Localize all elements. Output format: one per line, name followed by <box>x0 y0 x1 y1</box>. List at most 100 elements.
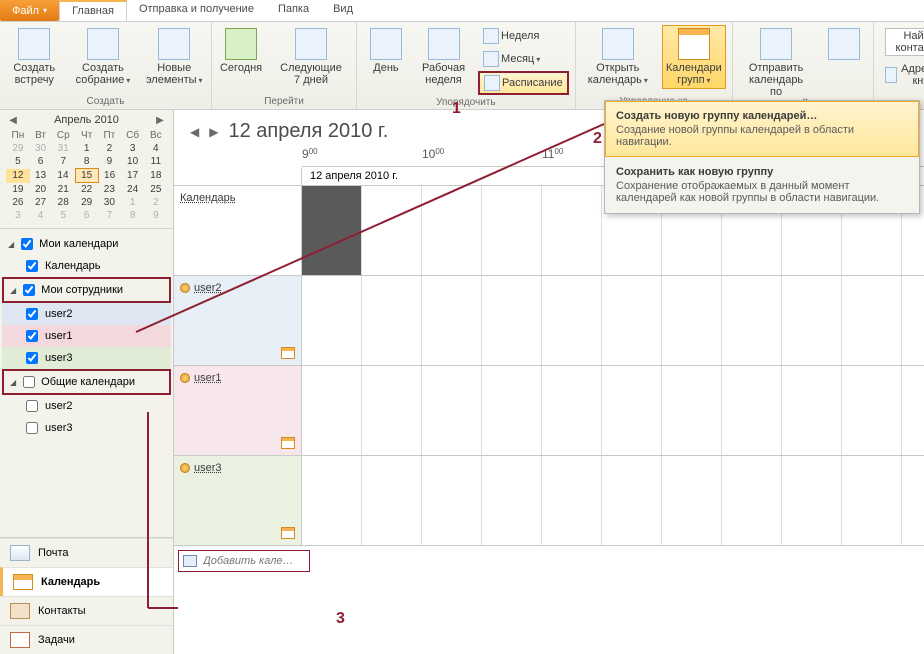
mini-calendar-day[interactable]: 3 <box>121 142 145 155</box>
week-button[interactable]: Неделя <box>478 25 569 47</box>
time-cell[interactable] <box>542 366 602 455</box>
mini-calendar-day[interactable]: 1 <box>75 142 98 155</box>
time-cell[interactable] <box>362 366 422 455</box>
time-cell[interactable] <box>302 186 362 275</box>
time-cell[interactable] <box>302 456 362 545</box>
schedule-grid[interactable]: Календарь user2 user1 user3 <box>174 186 924 654</box>
time-cell[interactable] <box>902 456 924 545</box>
time-cell[interactable] <box>602 276 662 365</box>
share-calendar-button[interactable] <box>821 25 867 63</box>
user3-checkbox[interactable] <box>26 352 38 364</box>
schedule-row-user3[interactable]: user3 <box>174 456 924 546</box>
next-month-button[interactable]: ▶ <box>153 115 167 126</box>
module-contacts[interactable]: Контакты <box>0 596 173 625</box>
time-cell[interactable] <box>422 456 482 545</box>
mini-calendar-day[interactable]: 26 <box>6 196 30 209</box>
mini-calendar-grid[interactable]: ПнВтСрЧтПтСбВс29303112345678910111213141… <box>6 129 167 222</box>
mini-calendar-day[interactable]: 29 <box>6 142 30 155</box>
time-cell[interactable] <box>662 276 722 365</box>
tree-item-shared-user3[interactable]: user3 <box>2 417 171 439</box>
mini-calendar-day[interactable]: 8 <box>121 209 145 222</box>
mini-calendar-day[interactable]: 5 <box>6 155 30 169</box>
find-contact-input[interactable]: Найти контакт ▾ <box>880 25 924 59</box>
my-calendars-checkbox[interactable] <box>21 238 33 250</box>
mini-calendar-day[interactable]: 5 <box>51 209 75 222</box>
new-items-button[interactable]: Новые элементы▾ <box>143 25 205 89</box>
tree-item-user2[interactable]: user2 <box>2 303 171 325</box>
mini-calendar-day[interactable]: 1 <box>121 196 145 209</box>
mini-calendar-day[interactable]: 8 <box>75 155 98 169</box>
tree-item-user3[interactable]: user3 <box>2 347 171 369</box>
time-cell[interactable] <box>362 186 422 275</box>
time-cell[interactable] <box>662 366 722 455</box>
mini-calendar-day[interactable]: 3 <box>6 209 30 222</box>
mini-calendar-day[interactable]: 28 <box>51 196 75 209</box>
time-cell[interactable] <box>722 366 782 455</box>
mini-calendar-day[interactable]: 13 <box>30 169 52 183</box>
module-mail[interactable]: Почта <box>0 538 173 567</box>
time-cell[interactable] <box>302 276 362 365</box>
mini-calendar-day[interactable]: 9 <box>98 155 120 169</box>
next7-button[interactable]: Следующие 7 дней <box>272 25 350 89</box>
mini-calendar-day[interactable]: 7 <box>98 209 120 222</box>
time-cell[interactable] <box>842 456 902 545</box>
time-cell[interactable] <box>482 186 542 275</box>
new-gathering-button[interactable]: Создать собрание▾ <box>70 25 135 89</box>
tab-send-receive[interactable]: Отправка и получение <box>127 0 266 21</box>
day-button[interactable]: День <box>363 25 409 77</box>
open-calendar-button[interactable]: Открыть календарь▾ <box>582 25 654 89</box>
tree-item-calendar[interactable]: Календарь <box>2 255 171 277</box>
next-day-button[interactable]: ▶ <box>209 125 218 139</box>
tab-view[interactable]: Вид <box>321 0 365 21</box>
mini-calendar-day[interactable]: 19 <box>6 183 30 197</box>
user1-checkbox[interactable] <box>26 330 38 342</box>
mini-calendar-day[interactable]: 30 <box>30 142 52 155</box>
schedule-row-user1[interactable]: user1 <box>174 366 924 456</box>
mini-calendar-day[interactable]: 9 <box>145 209 167 222</box>
shared-user2-checkbox[interactable] <box>26 400 38 412</box>
time-cell[interactable] <box>782 276 842 365</box>
mini-calendar-day[interactable]: 10 <box>121 155 145 169</box>
prev-month-button[interactable]: ◀ <box>6 115 20 126</box>
mini-calendar-day[interactable]: 23 <box>98 183 120 197</box>
mini-calendar-day[interactable]: 24 <box>121 183 145 197</box>
time-cell[interactable] <box>782 456 842 545</box>
time-cell[interactable] <box>422 366 482 455</box>
shared-checkbox[interactable] <box>23 376 35 388</box>
month-button[interactable]: Месяц▾ <box>478 48 569 70</box>
mini-calendar-day[interactable]: 16 <box>98 169 120 183</box>
calendar-groups-button[interactable]: Календари групп▾ <box>662 25 726 89</box>
module-calendar[interactable]: Календарь <box>0 567 173 596</box>
time-cell[interactable] <box>842 366 902 455</box>
mini-calendar-day[interactable]: 25 <box>145 183 167 197</box>
mini-calendar-day[interactable]: 4 <box>30 209 52 222</box>
time-cell[interactable] <box>722 276 782 365</box>
time-cell[interactable] <box>482 456 542 545</box>
time-cell[interactable] <box>722 456 782 545</box>
time-cell[interactable] <box>362 456 422 545</box>
mini-calendar-day[interactable]: 27 <box>30 196 52 209</box>
time-cell[interactable] <box>482 276 542 365</box>
mini-calendar-day[interactable]: 4 <box>145 142 167 155</box>
tree-group-coworkers[interactable]: ◢Мои сотрудники <box>2 277 171 303</box>
module-tasks[interactable]: Задачи <box>0 625 173 654</box>
new-meeting-button[interactable]: Создать встречу <box>6 25 62 89</box>
time-cell[interactable] <box>602 366 662 455</box>
menu-create-group[interactable]: Создать новую группу календарей… Создани… <box>605 101 919 157</box>
mini-calendar-day[interactable]: 2 <box>98 142 120 155</box>
workweek-button[interactable]: Рабочая неделя <box>417 25 470 89</box>
address-book-button[interactable]: Адресная книга <box>880 60 924 90</box>
mini-calendar-day[interactable]: 14 <box>51 169 75 183</box>
time-cell[interactable] <box>302 366 362 455</box>
prev-day-button[interactable]: ◀ <box>190 125 199 139</box>
time-cell[interactable] <box>902 276 924 365</box>
time-cell[interactable] <box>542 456 602 545</box>
shared-user3-checkbox[interactable] <box>26 422 38 434</box>
time-cell[interactable] <box>662 456 722 545</box>
tree-group-my-calendars[interactable]: ◢Мои календари <box>2 233 171 255</box>
tree-item-shared-user2[interactable]: user2 <box>2 395 171 417</box>
calendar-checkbox[interactable] <box>26 260 38 272</box>
mini-calendar-day[interactable]: 6 <box>75 209 98 222</box>
menu-save-group[interactable]: Сохранить как новую группу Сохранение от… <box>605 157 919 213</box>
mini-calendar-day[interactable]: 18 <box>145 169 167 183</box>
